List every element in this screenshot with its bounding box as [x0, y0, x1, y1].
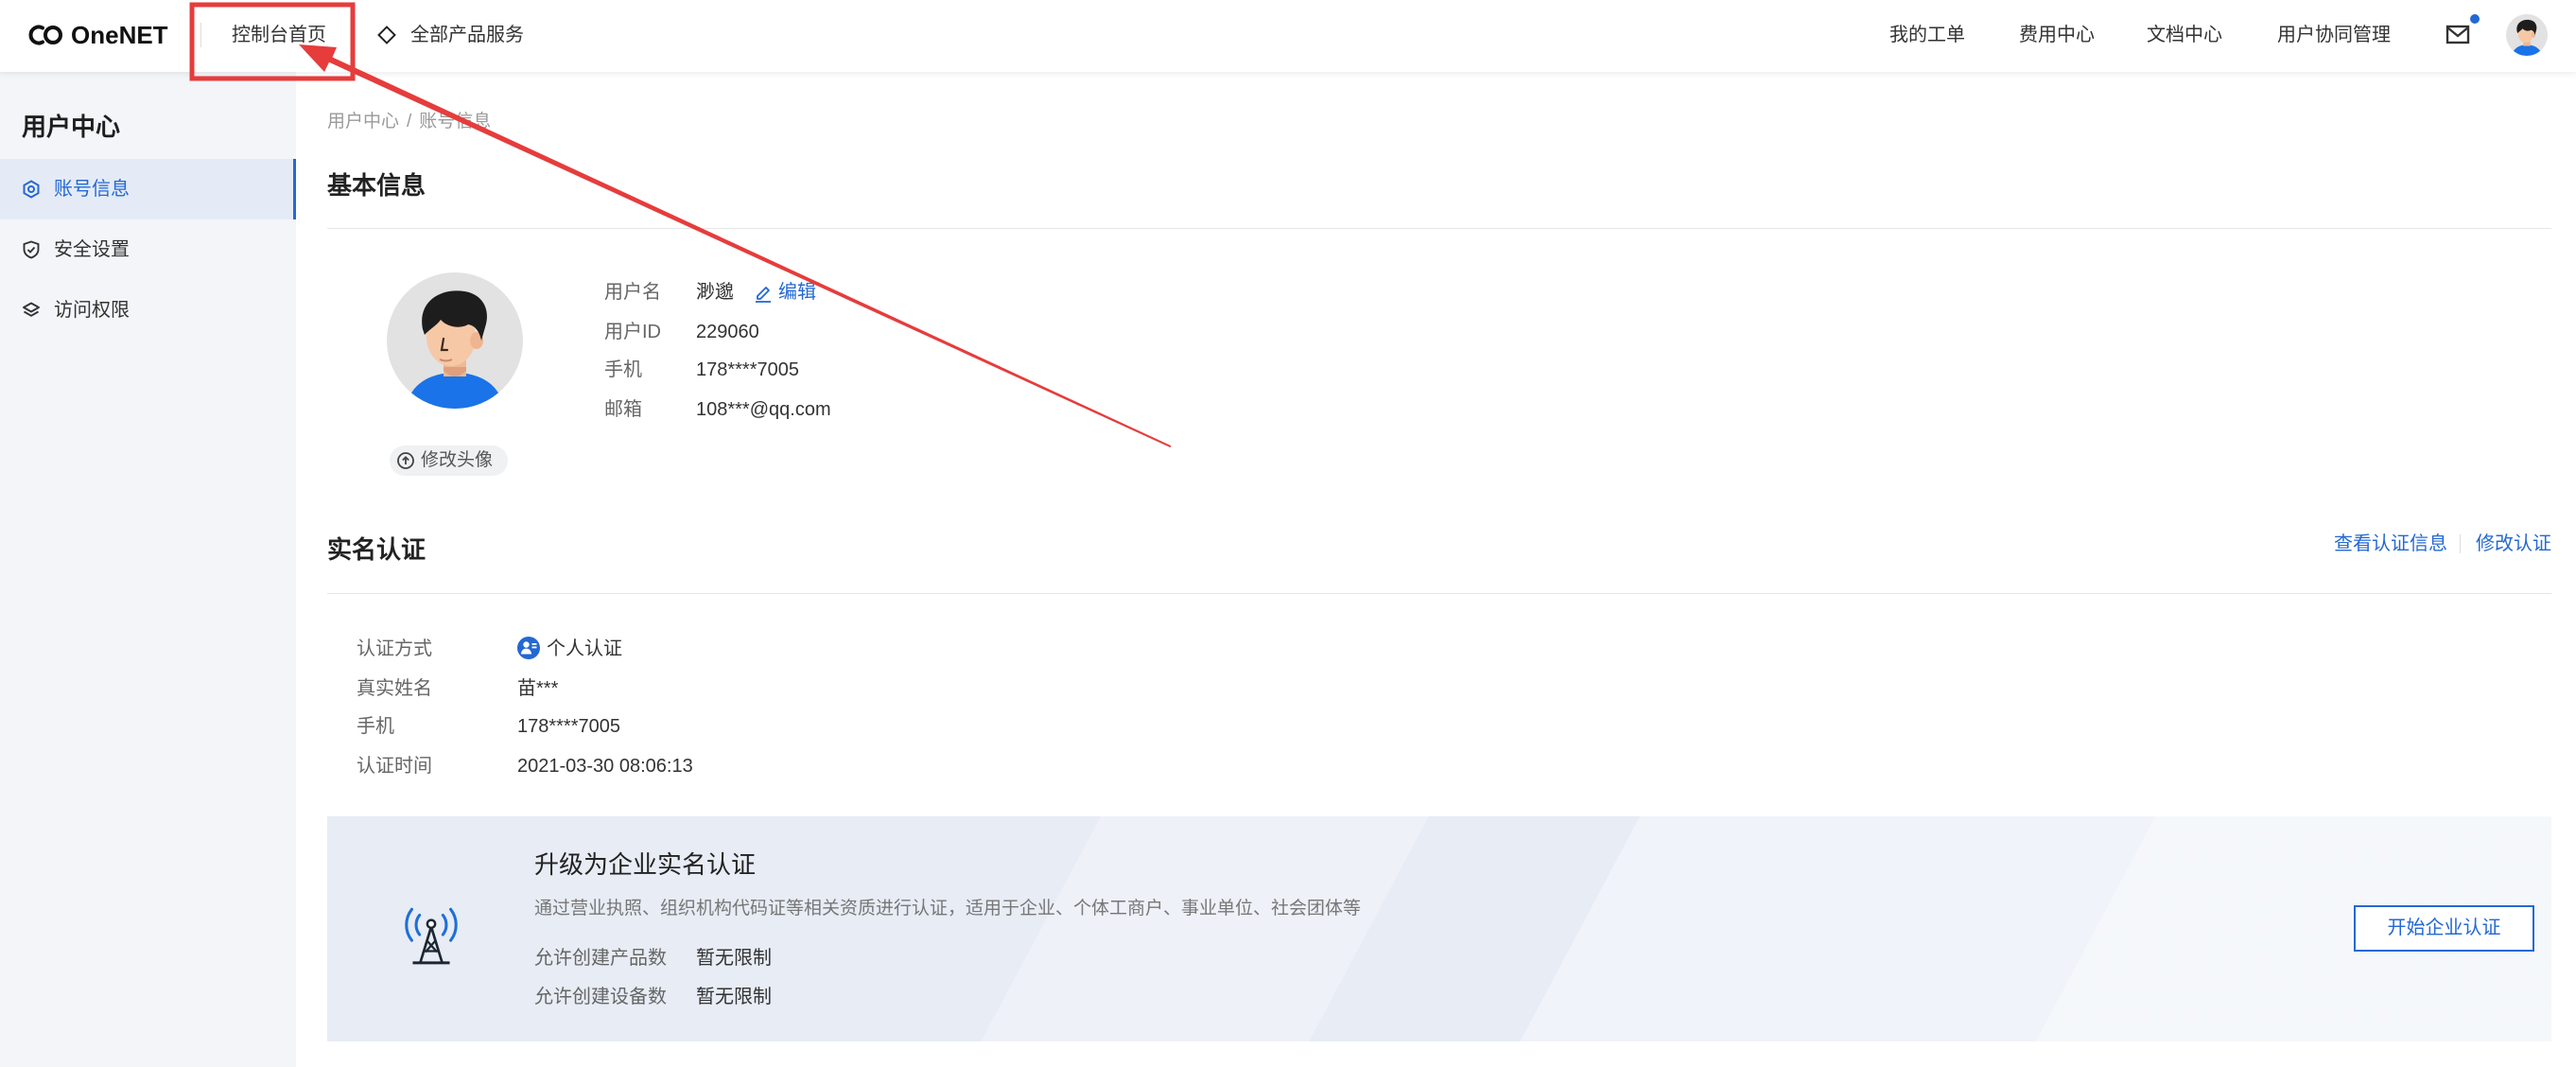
- nav-separator: [200, 23, 201, 47]
- sidebar-item-label: 安全设置: [54, 239, 130, 260]
- page: OneNET 控制台首页 全部产品服务 我的工单 费用中心 文档中心 用户协同管…: [0, 0, 2576, 1067]
- real-name-value: 苗***: [517, 678, 559, 699]
- sidebar-title: 用户中心: [22, 113, 121, 141]
- link-separator: [2460, 534, 2461, 553]
- sidebar-item-account-info[interactable]: 账号信息: [0, 159, 296, 219]
- sidebar-item-label: 访问权限: [54, 300, 130, 321]
- nav-my-tickets[interactable]: 我的工单: [1889, 21, 1965, 49]
- diamond-icon: [376, 25, 397, 45]
- user-avatar-icon[interactable]: [2506, 14, 2548, 56]
- sidebar-item-label: 账号信息: [54, 179, 130, 200]
- cert-method-label: 认证方式: [357, 638, 432, 659]
- user-id-value: 229060: [696, 322, 759, 342]
- antenna-tower-icon: [397, 900, 465, 968]
- realname-divider: [327, 593, 2551, 594]
- cert-time-value: 2021-03-30 08:06:13: [517, 756, 693, 777]
- breadcrumb-root[interactable]: 用户中心: [327, 112, 399, 131]
- cert-phone-value: 178****7005: [517, 716, 620, 737]
- edit-username-link[interactable]: 编辑: [778, 279, 816, 306]
- product-limit-label: 允许创建产品数: [534, 948, 667, 969]
- avatar: [387, 272, 523, 409]
- enterprise-upgrade-title: 升级为企业实名认证: [534, 850, 757, 879]
- personal-cert-icon: [517, 637, 540, 659]
- nav-billing-center[interactable]: 费用中心: [2019, 21, 2095, 49]
- onenet-logo-icon: [28, 25, 62, 45]
- phone-value: 178****7005: [696, 359, 799, 380]
- enterprise-upgrade-card: 升级为企业实名认证 通过营业执照、组织机构代码证等相关资质进行认证，适用于企业、…: [327, 816, 2551, 1041]
- start-enterprise-verification-button[interactable]: 开始企业认证: [2354, 905, 2534, 952]
- basic-info-title: 基本信息: [327, 171, 426, 200]
- product-limit-value: 暂无限制: [696, 948, 772, 969]
- nav-all-products[interactable]: 全部产品服务: [410, 21, 524, 49]
- email-value: 108***@qq.com: [696, 399, 831, 420]
- unread-dot: [2470, 14, 2480, 24]
- view-verification-link[interactable]: 查看认证信息: [2334, 531, 2447, 557]
- real-name-label: 真实姓名: [357, 678, 432, 699]
- user-id-label: 用户ID: [604, 322, 661, 342]
- nav-user-collaboration[interactable]: 用户协同管理: [2277, 21, 2391, 49]
- logo-text: OneNET: [71, 21, 168, 49]
- nav-docs-center[interactable]: 文档中心: [2147, 21, 2222, 49]
- enterprise-upgrade-description: 通过营业执照、组织机构代码证等相关资质进行认证，适用于企业、个体工商户、事业单位…: [534, 899, 1362, 918]
- cert-method-value: 个人认证: [547, 638, 622, 659]
- username-value: 渺邈: [696, 282, 734, 303]
- basic-info-divider: [327, 228, 2551, 229]
- sidebar-item-access[interactable]: 访问权限: [0, 280, 296, 341]
- device-limit-value: 暂无限制: [696, 987, 772, 1007]
- change-avatar-button[interactable]: 修改头像: [390, 446, 508, 476]
- sidebar: 用户中心 账号信息 安全设置 访问权限: [0, 72, 296, 1067]
- change-avatar-label: 修改头像: [421, 450, 494, 470]
- phone-label: 手机: [604, 359, 642, 380]
- email-label: 邮箱: [604, 399, 642, 420]
- breadcrumb-separator: /: [407, 112, 412, 131]
- nav-console-home[interactable]: 控制台首页: [232, 21, 326, 49]
- sidebar-item-security[interactable]: 安全设置: [0, 219, 296, 280]
- breadcrumb: 用户中心 / 账号信息: [327, 109, 498, 135]
- edit-icon[interactable]: [754, 282, 773, 303]
- cert-time-label: 认证时间: [357, 756, 432, 777]
- shield-check-icon: [23, 240, 40, 259]
- modify-verification-link[interactable]: 修改认证: [2476, 531, 2551, 557]
- top-navbar: OneNET 控制台首页 全部产品服务 我的工单 费用中心 文档中心 用户协同管…: [0, 0, 2576, 72]
- upload-icon: [397, 452, 414, 469]
- breadcrumb-current: 账号信息: [419, 112, 492, 131]
- cert-phone-label: 手机: [357, 716, 394, 737]
- mail-icon[interactable]: [2445, 24, 2473, 46]
- username-label: 用户名: [604, 282, 661, 303]
- hexagon-icon: [23, 180, 40, 199]
- device-limit-label: 允许创建设备数: [534, 987, 667, 1007]
- onenet-logo[interactable]: OneNET: [25, 19, 168, 51]
- realname-title: 实名认证: [327, 535, 426, 564]
- layers-icon: [23, 302, 40, 317]
